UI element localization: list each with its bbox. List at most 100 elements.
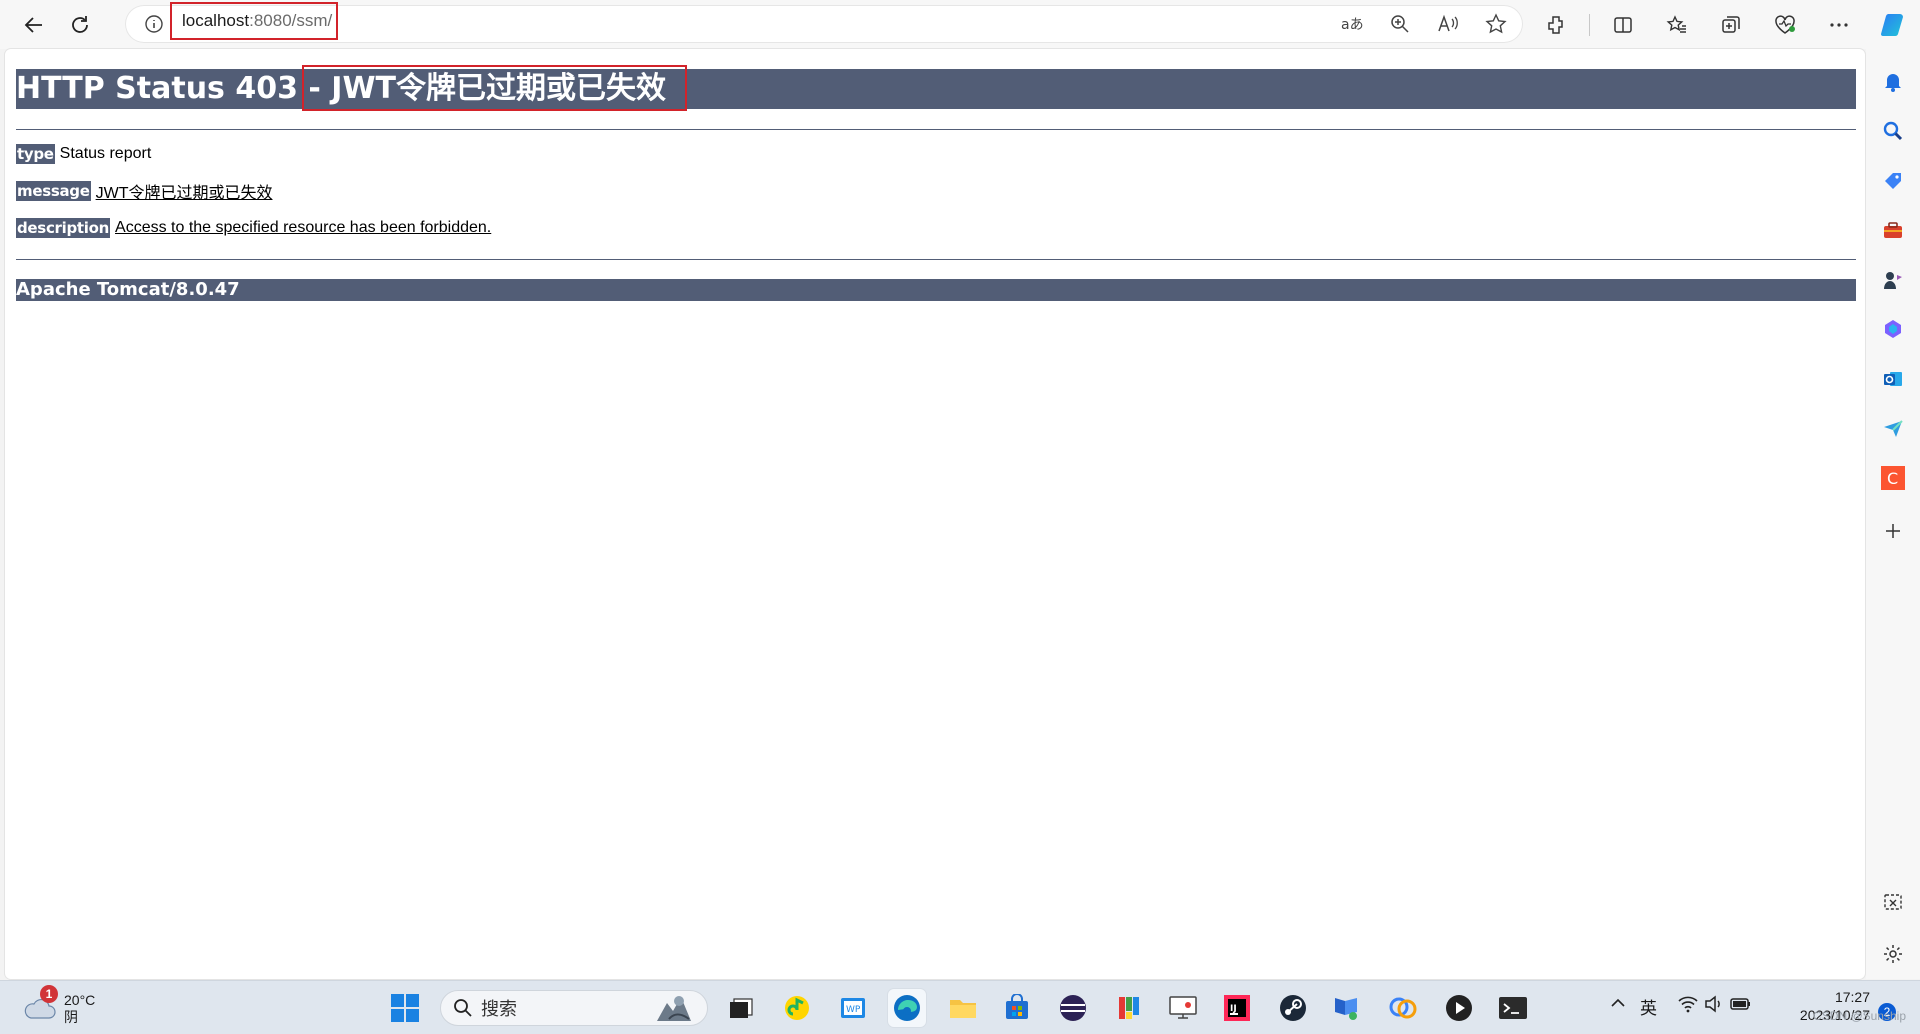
sidebar-outlook[interactable] [1877, 363, 1909, 395]
sidebar-add[interactable] [1877, 515, 1909, 547]
music-app-icon [785, 996, 809, 1020]
taskbar-app-explorer[interactable] [944, 989, 982, 1027]
volume-icon [1705, 995, 1720, 1013]
sidebar-tools[interactable] [1877, 214, 1909, 246]
back-button[interactable] [14, 5, 54, 45]
copilot-button[interactable] [1872, 4, 1914, 46]
bookmark-app-icon [1119, 997, 1139, 1019]
taskbar-app-remote[interactable] [1164, 989, 1202, 1027]
site-info-button[interactable] [135, 5, 173, 43]
taskbar-app-store[interactable] [998, 989, 1036, 1027]
refresh-icon [72, 15, 88, 33]
taskbar-app-colorful[interactable] [1110, 989, 1148, 1027]
taskbar-app-taskview[interactable] [722, 989, 760, 1027]
divider-bottom [16, 259, 1856, 260]
refresh-button[interactable] [60, 5, 100, 45]
description-row: description Access to the specified reso… [16, 217, 491, 239]
browser-toolbar: localhost:8080/ssm/ aあ [0, 0, 1920, 49]
sidebar-c-app[interactable]: C [1877, 462, 1909, 494]
weather-desc: 阴 [64, 1009, 78, 1025]
ime-indicator[interactable]: 英 [1640, 994, 1657, 1019]
sidebar-microsoft365[interactable] [1877, 313, 1909, 345]
more-button[interactable] [1818, 4, 1860, 46]
tools-icon [1884, 222, 1902, 238]
taskbar-app-edge[interactable] [888, 989, 926, 1027]
tray-battery[interactable] [1730, 995, 1752, 1018]
taskbar-app-player[interactable] [1440, 989, 1478, 1027]
svg-text:aあ: aあ [1341, 17, 1363, 33]
search-highlight-icon [657, 996, 691, 1021]
games-icon [1884, 272, 1902, 289]
favorites-button[interactable] [1656, 4, 1698, 46]
windows-taskbar: 1 20°C 阴 搜索 WP IJ 英 17:27 2023/10/27 2 C… [0, 980, 1920, 1034]
sidebar-shopping[interactable] [1877, 165, 1909, 197]
task-view-icon [730, 998, 753, 1018]
server-footer: Apache Tomcat/8.0.47 [16, 279, 1856, 301]
split-screen-button[interactable] [1602, 4, 1644, 46]
type-row: type Status report [16, 143, 151, 165]
svg-text:C: C [1887, 469, 1898, 488]
read-aloud-button[interactable] [1431, 7, 1465, 41]
tray-wifi[interactable] [1678, 995, 1698, 1018]
taskbar-app-notepad[interactable]: WP [834, 989, 872, 1027]
page-title: HTTP Status 403 - JWT令牌已过期或已失效 [16, 69, 1856, 109]
taskbar-app-qqmusic[interactable] [778, 989, 816, 1027]
outlook-icon [1884, 372, 1902, 386]
tray-expand[interactable] [1610, 995, 1626, 1016]
extensions-button[interactable] [1535, 4, 1577, 46]
more-icon [1830, 23, 1848, 27]
windows-logo-icon [391, 994, 419, 1022]
description-label: description [16, 218, 111, 238]
shopping-tag-icon [1885, 173, 1901, 189]
taskbar-app-terminal[interactable] [1494, 989, 1532, 1027]
favorite-star-icon [1485, 13, 1507, 34]
store-icon [1006, 994, 1028, 1019]
sidebar-notifications[interactable] [1877, 66, 1909, 98]
weather-badge: 1 [40, 985, 58, 1003]
taskbar-search[interactable]: 搜索 [440, 990, 708, 1026]
search-placeholder: 搜索 [481, 999, 517, 1019]
clock-time: 17:27 [1834, 989, 1870, 1005]
sidebar-search[interactable] [1877, 115, 1909, 147]
media-player-icon [1446, 995, 1472, 1021]
favorite-button[interactable] [1479, 7, 1513, 41]
collections-icon [1722, 16, 1740, 33]
taskbar-app-intellij[interactable]: IJ [1218, 989, 1256, 1027]
description-value: Access to the specified resource has bee… [115, 219, 492, 236]
system-tray: 英 17:27 2023/10/27 2 CSDN @Sunship [1600, 981, 1920, 1034]
copilot-icon [1881, 14, 1903, 37]
terminal-icon [1499, 997, 1527, 1019]
assistant-app-icon [1389, 997, 1417, 1019]
tray-volume[interactable] [1704, 995, 1724, 1018]
weather-widget[interactable]: 1 20°C 阴 [22, 985, 96, 1029]
url-path: :8080/ssm/ [249, 11, 333, 30]
sidebar-screenshot[interactable] [1877, 887, 1909, 919]
search-icon [454, 999, 472, 1017]
taskbar-app-eclipse[interactable] [1054, 989, 1092, 1027]
site-info-icon [145, 15, 163, 33]
translate-button[interactable]: aあ [1335, 7, 1369, 41]
browser-essentials-button[interactable] [1764, 4, 1806, 46]
url-text[interactable]: localhost:8080/ssm/ [170, 2, 338, 40]
intellij-icon: IJ [1224, 995, 1250, 1021]
taskbar-app-vm[interactable] [1328, 989, 1366, 1027]
sidebar-settings[interactable] [1877, 938, 1909, 970]
zoom-button[interactable] [1383, 7, 1417, 41]
editor-app-icon: WP [841, 998, 865, 1018]
battery-icon [1730, 998, 1750, 1010]
start-button[interactable] [386, 989, 424, 1027]
taskbar-app-copilot[interactable] [1384, 989, 1422, 1027]
collections-button[interactable] [1710, 4, 1752, 46]
weather-temp: 20°C [64, 992, 96, 1008]
extensions-icon [1548, 16, 1563, 34]
type-value: Status report [59, 145, 152, 162]
divider-top [16, 129, 1856, 130]
watermark-text: CSDN @Sunship [1813, 1009, 1906, 1023]
search-icon [1883, 121, 1903, 141]
svg-text:IJ: IJ [1230, 1004, 1237, 1014]
taskbar-app-steam[interactable] [1274, 989, 1312, 1027]
remote-desktop-icon [1169, 996, 1197, 1019]
address-bar[interactable]: localhost:8080/ssm/ aあ [125, 2, 1523, 43]
sidebar-games[interactable] [1877, 264, 1909, 296]
sidebar-send[interactable] [1877, 412, 1909, 444]
